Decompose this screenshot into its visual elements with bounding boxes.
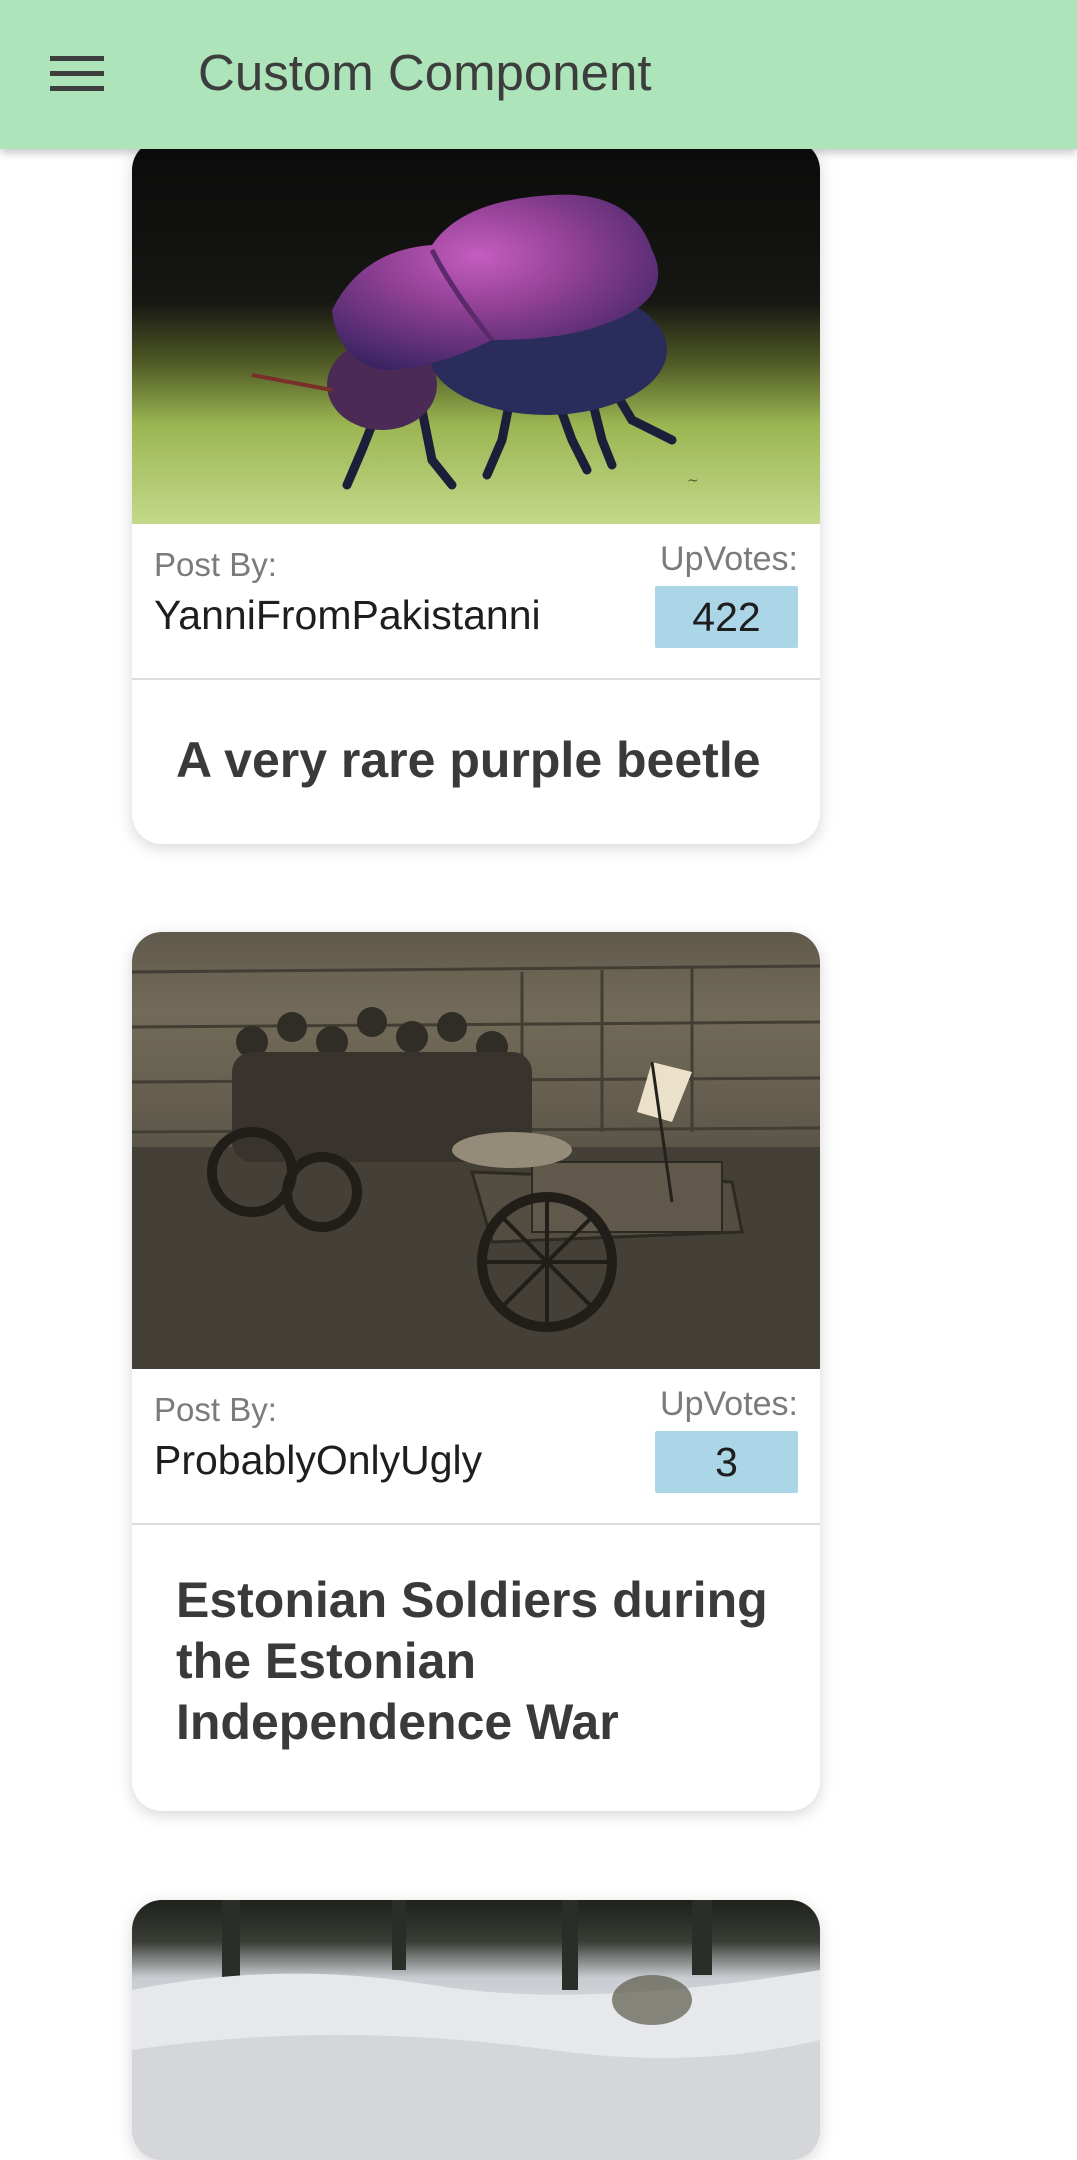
post-by-label: Post By:	[154, 546, 277, 583]
post-by-label: Post By:	[154, 1391, 277, 1428]
upvote-count-badge[interactable]: 422	[655, 586, 798, 648]
menu-icon[interactable]	[42, 48, 112, 100]
post-card[interactable]: Post By: ProbablyOnlyUgly UpVotes: 3 Est…	[132, 932, 820, 1811]
post-title: A very rare purple beetle	[176, 732, 761, 788]
upvotes-label: UpVotes:	[660, 540, 798, 578]
soldiers-photo	[132, 964, 820, 1369]
post-image: ~	[132, 140, 820, 524]
app-bar: Custom Component	[0, 0, 1077, 149]
post-card[interactable]: ~ Post By: YanniFromPakistanni UpVotes: …	[132, 140, 820, 844]
post-meta: Post By: ProbablyOnlyUgly UpVotes: 3	[132, 1369, 820, 1525]
svg-text:~: ~	[687, 473, 699, 489]
beetle-photo: ~	[251, 194, 699, 490]
post-feed[interactable]: ~ Post By: YanniFromPakistanni UpVotes: …	[0, 0, 1077, 2160]
post-meta: Post By: YanniFromPakistanni UpVotes: 42…	[132, 524, 820, 680]
author-name[interactable]: ProbablyOnlyUgly	[154, 1437, 482, 1484]
app-title: Custom Component	[198, 44, 652, 101]
post-image	[132, 1900, 820, 2160]
post-image	[132, 932, 820, 1369]
author-name[interactable]: YanniFromPakistanni	[154, 592, 541, 639]
post-card[interactable]	[132, 1900, 820, 2160]
snow-photo	[132, 1900, 820, 2160]
upvote-count-badge[interactable]: 3	[655, 1431, 798, 1493]
upvotes-label: UpVotes:	[660, 1385, 798, 1423]
post-title: Estonian Soldiers during the Estonian In…	[176, 1572, 768, 1750]
